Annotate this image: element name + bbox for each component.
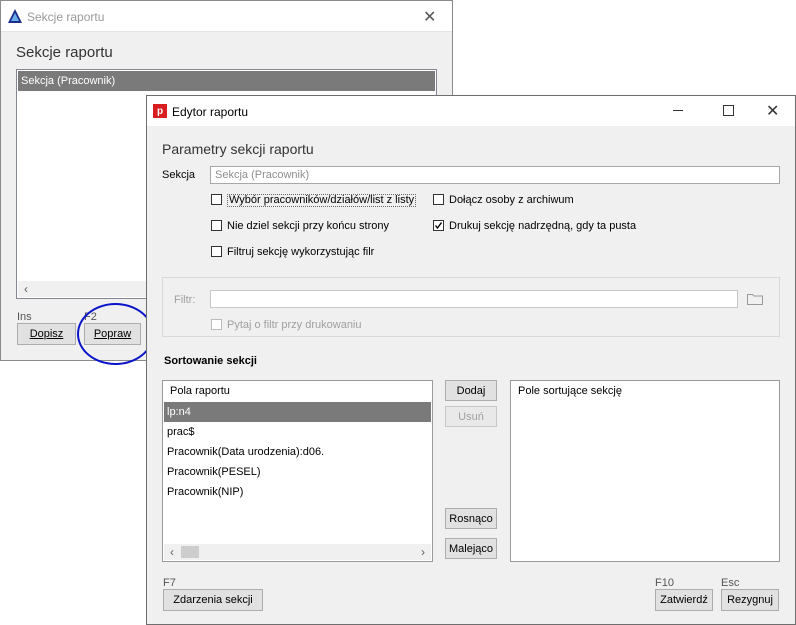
horizontal-scrollbar[interactable]: ‹ › xyxy=(164,544,431,560)
cancel-button[interactable]: Rezygnuj xyxy=(721,589,779,611)
sections-titlebar: Sekcje raportu ✕ xyxy=(1,1,452,32)
checkbox-no-split[interactable] xyxy=(211,220,222,231)
list-item[interactable]: Sekcja (Pracownik) xyxy=(18,71,435,91)
scroll-right-icon[interactable]: › xyxy=(415,544,431,560)
checkbox-filter-section-label: Filtruj sekcję wykorzystując filr xyxy=(227,246,375,258)
scroll-left-icon[interactable]: ‹ xyxy=(164,544,180,560)
sections-window-title: Sekcje raportu xyxy=(27,10,105,24)
app-icon: p xyxy=(153,104,167,118)
app-logo-icon xyxy=(8,9,22,23)
close-icon[interactable]: ✕ xyxy=(766,101,779,121)
editor-titlebar: p Edytor raportu ✕ xyxy=(147,96,795,126)
scroll-left-icon[interactable]: ‹ xyxy=(18,281,34,297)
report-fields-header: Pola raportu xyxy=(170,385,230,397)
list-item[interactable]: Pracownik(NIP) xyxy=(164,482,431,502)
list-item[interactable]: prac$ xyxy=(164,422,431,442)
checkbox-filter-section[interactable] xyxy=(211,246,222,257)
filter-field[interactable] xyxy=(210,290,738,308)
remove-sort-field-button[interactable]: Usuń xyxy=(445,406,497,427)
add-sort-field-button[interactable]: Dodaj xyxy=(445,380,497,401)
minimize-icon[interactable] xyxy=(673,110,683,111)
checkbox-no-split-label: Nie dziel sekcji przy końcu strony xyxy=(227,220,390,232)
ascending-button[interactable]: Rosnąco xyxy=(445,508,497,529)
list-item[interactable]: Pracownik(Data urodzenia):d06. xyxy=(164,442,431,462)
events-shortcut-label: F7 xyxy=(163,577,176,589)
confirm-shortcut-label: F10 xyxy=(655,577,674,589)
section-field[interactable]: Sekcja (Pracownik) xyxy=(210,166,780,184)
add-shortcut-label: Ins xyxy=(17,311,32,323)
list-item[interactable]: lp:n4 xyxy=(164,402,431,422)
descending-button[interactable]: Malejąco xyxy=(445,538,497,559)
filter-label: Filtr: xyxy=(174,294,196,306)
report-fields-list[interactable]: Pola raportu lp:n4 prac$ Pracownik(Data … xyxy=(162,380,433,562)
checkbox-include-archive-label: Dołącz osoby z archiwum xyxy=(449,194,574,206)
highlight-circle xyxy=(77,303,154,365)
checkbox-print-parent[interactable] xyxy=(433,220,444,231)
maximize-icon[interactable] xyxy=(723,105,734,116)
editor-window-title: Edytor raportu xyxy=(172,105,249,119)
checkbox-ask-filter-label: Pytaj o filtr przy drukowaniu xyxy=(227,319,362,331)
close-icon[interactable]: ✕ xyxy=(423,7,436,27)
sections-heading: Sekcje raportu xyxy=(16,44,113,61)
folder-icon[interactable] xyxy=(747,293,763,305)
section-events-button[interactable]: Zdarzenia sekcji xyxy=(163,589,263,611)
checkmark-icon xyxy=(434,222,443,230)
editor-heading: Parametry sekcji raportu xyxy=(162,141,314,157)
confirm-button[interactable]: Zatwierdź xyxy=(655,589,713,611)
list-item[interactable]: Pracownik(PESEL) xyxy=(164,462,431,482)
sort-fields-list[interactable]: Pole sortujące sekcję xyxy=(510,380,780,562)
report-editor-window: p Edytor raportu ✕ Parametry sekcji rapo… xyxy=(146,95,796,625)
checkbox-print-parent-label: Drukuj sekcję nadrzędną, gdy ta pusta xyxy=(449,220,637,232)
cancel-shortcut-label: Esc xyxy=(721,577,740,589)
scrollbar-thumb[interactable] xyxy=(181,546,199,558)
sort-fields-header: Pole sortujące sekcję xyxy=(518,385,622,397)
checkbox-select-from-list[interactable] xyxy=(211,194,222,205)
add-button[interactable]: Dopisz xyxy=(17,323,76,345)
checkbox-include-archive[interactable] xyxy=(433,194,444,205)
checkbox-select-from-list-label: Wybór pracowników/działów/list z listy xyxy=(227,194,417,207)
sort-heading: Sortowanie sekcji xyxy=(164,355,257,367)
checkbox-ask-filter[interactable] xyxy=(211,319,222,330)
section-label: Sekcja xyxy=(162,169,196,181)
